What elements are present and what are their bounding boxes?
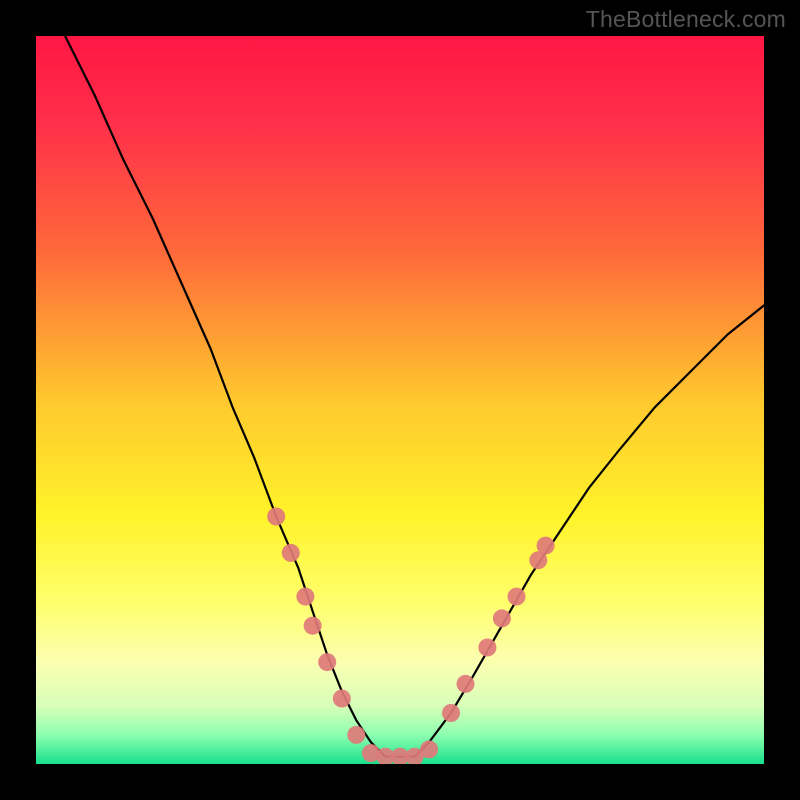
plot-area bbox=[36, 36, 764, 764]
chart-frame: TheBottleneck.com bbox=[0, 0, 800, 800]
gradient-background bbox=[36, 36, 764, 764]
watermark-text: TheBottleneck.com bbox=[586, 6, 786, 33]
chart-svg bbox=[36, 36, 764, 764]
